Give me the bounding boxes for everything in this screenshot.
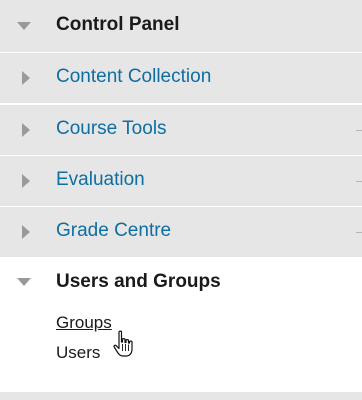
hand-pointer-cursor-icon [113, 330, 133, 357]
users-link[interactable]: Users [56, 343, 100, 363]
chevron-right-icon[interactable] [22, 225, 30, 239]
next-menu-section [0, 392, 362, 400]
menu-item-label[interactable]: Grade Centre [56, 220, 171, 242]
groups-link[interactable]: Groups [56, 313, 112, 333]
menu-item-label[interactable]: Content Collection [56, 66, 211, 88]
chevron-right-icon[interactable] [22, 174, 30, 188]
menu-item-label[interactable]: Evaluation [56, 169, 145, 191]
menu-item-label[interactable]: Course Tools [56, 118, 167, 140]
control-panel-menu: Control Panel Content Collection Course … [0, 0, 362, 400]
users-and-groups-title: Users and Groups [56, 271, 221, 292]
users-and-groups-header[interactable]: Users and Groups [0, 258, 362, 310]
chevron-down-icon[interactable] [17, 22, 31, 30]
control-panel-title: Control Panel [56, 14, 180, 35]
chevron-right-icon[interactable] [22, 71, 30, 85]
menu-item-content-collection[interactable]: Content Collection [0, 52, 362, 103]
menu-item-evaluation[interactable]: Evaluation [0, 155, 362, 206]
menu-item-grade-centre[interactable]: Grade Centre [0, 206, 362, 257]
chevron-down-icon[interactable] [17, 278, 31, 286]
menu-item-course-tools[interactable]: Course Tools [0, 104, 362, 155]
chevron-right-icon[interactable] [22, 123, 30, 137]
control-panel-header[interactable]: Control Panel [0, 0, 362, 52]
